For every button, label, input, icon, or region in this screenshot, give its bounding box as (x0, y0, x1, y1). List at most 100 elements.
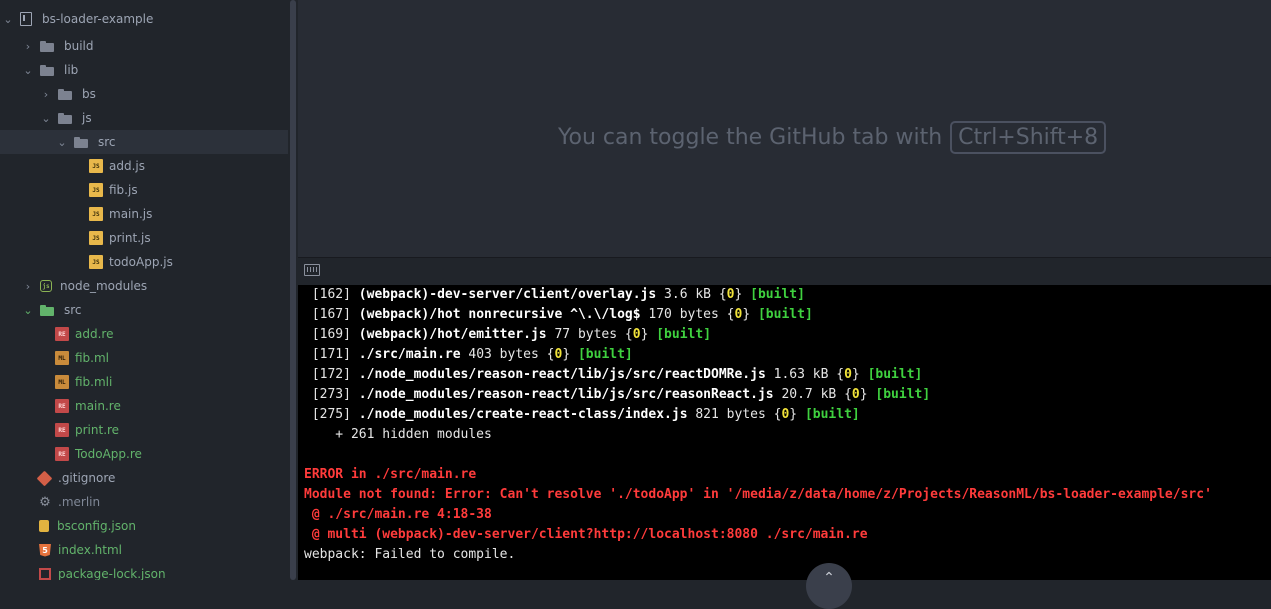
tree-file-gitignore[interactable]: .gitignore (0, 466, 288, 490)
chevron-up-icon: ⌃ (823, 570, 835, 586)
tree-folder-bs[interactable]: › bs (0, 82, 288, 106)
tree-label: lib (64, 63, 79, 77)
database-icon (39, 520, 49, 532)
terminal-line: [169] (webpack)/hot/emitter.js 77 bytes … (311, 327, 712, 342)
tree-label: fib.js (109, 183, 138, 197)
terminal-toolbar (298, 257, 1271, 286)
html5-icon: 5 (39, 543, 51, 557)
tree-label: package-lock.json (58, 567, 166, 580)
tree-label: bsconfig.json (57, 519, 136, 533)
chevron-right-icon[interactable]: › (22, 274, 34, 298)
repo-icon (20, 12, 32, 26)
terminal-line: [167] (webpack)/hot nonrecursive ^\.\/lo… (311, 307, 813, 322)
folder-icon (40, 304, 54, 316)
folder-icon (40, 40, 54, 52)
tree-label: fib.mli (75, 375, 113, 389)
keyboard-shortcut: Ctrl+Shift+8 (950, 121, 1107, 154)
folder-icon (40, 64, 54, 76)
chevron-right-icon[interactable]: › (22, 34, 34, 58)
tree-folder-build[interactable]: › build (0, 34, 288, 58)
terminal-output[interactable]: [162] (webpack)-dev-server/client/overla… (298, 285, 1271, 580)
tree-folder-src[interactable]: ⌄ src (0, 298, 288, 322)
js-file-icon: JS (89, 183, 103, 197)
tree-file-todoapp-re[interactable]: RE TodoApp.re (0, 442, 288, 466)
folder-icon (74, 136, 88, 148)
gear-icon: ⚙ (39, 494, 51, 510)
tree-file-print-re[interactable]: RE print.re (0, 418, 288, 442)
folder-icon (58, 88, 72, 100)
tree-file-fib-mli[interactable]: ML fib.mli (0, 370, 288, 394)
tree-folder-lib-src[interactable]: ⌄ src (0, 130, 288, 154)
tree-file-fib-js[interactable]: JS fib.js (0, 178, 288, 202)
tree-file-bsconfig[interactable]: bsconfig.json (0, 514, 288, 538)
js-file-icon: JS (89, 255, 103, 269)
hint-text: You can toggle the GitHub tab with (558, 125, 943, 150)
tree-file-print-js[interactable]: JS print.js (0, 226, 288, 250)
scroll-to-top-button[interactable]: ⌃ (806, 563, 852, 609)
tree-label: .gitignore (58, 471, 116, 485)
tree-label: todoApp.js (109, 255, 173, 269)
terminal-line-hidden-modules: + 261 hidden modules (304, 427, 492, 442)
tree-file-fib-ml[interactable]: ML fib.ml (0, 346, 288, 370)
tree-root-project[interactable]: ⌄ bs-loader-example (0, 7, 288, 31)
reason-file-icon: RE (55, 447, 69, 461)
tree-label: print.js (109, 231, 151, 245)
tree-label: js (82, 111, 92, 125)
ocaml-file-icon: ML (55, 351, 69, 365)
nodejs-icon: js (40, 280, 52, 292)
tree-label: print.re (75, 423, 120, 437)
ocaml-file-icon: ML (55, 375, 69, 389)
js-file-icon: JS (89, 207, 103, 221)
sidebar-scrollbar[interactable] (290, 0, 296, 580)
tree-file-merlin[interactable]: ⚙ .merlin (0, 490, 288, 514)
tree-label: add.js (109, 159, 145, 173)
tree-label: build (64, 39, 94, 53)
git-icon (36, 470, 53, 486)
chevron-down-icon[interactable]: ⌄ (40, 106, 52, 130)
tree-label: main.js (109, 207, 153, 221)
tree-label: index.html (58, 543, 122, 557)
tree-file-add-re[interactable]: RE add.re (0, 322, 288, 346)
keyboard-icon[interactable] (304, 264, 320, 276)
tree-label: TodoApp.re (75, 447, 142, 461)
terminal-line: [162] (webpack)-dev-server/client/overla… (311, 287, 805, 302)
tree-label: .merlin (58, 495, 101, 509)
tree-label: main.re (75, 399, 121, 413)
reason-file-icon: RE (55, 423, 69, 437)
chevron-down-icon[interactable]: ⌄ (2, 7, 14, 31)
terminal-final-status: webpack: Failed to compile. (304, 547, 516, 562)
reason-file-icon: RE (55, 399, 69, 413)
reason-file-icon: RE (55, 327, 69, 341)
terminal-line: [172] ./node_modules/reason-react/lib/js… (311, 367, 923, 382)
tree-label: add.re (75, 327, 114, 341)
tree-file-todoapp-js[interactable]: JS todoApp.js (0, 250, 288, 274)
tree-label: node_modules (60, 279, 148, 293)
terminal-line: [171] ./src/main.re 403 bytes {0} [built… (311, 347, 633, 362)
tree-file-main-re[interactable]: RE main.re (0, 394, 288, 418)
tree-label: bs (82, 87, 96, 101)
tree-folder-node-modules[interactable]: › js node_modules (0, 274, 288, 298)
main-pane: You can toggle the GitHub tab with Ctrl+… (298, 0, 1271, 609)
tree-file-add-js[interactable]: JS add.js (0, 154, 288, 178)
chevron-down-icon[interactable]: ⌄ (22, 58, 34, 82)
tree-label: fib.ml (75, 351, 110, 365)
tree-view: ⌄ bs-loader-example › build ⌄ lib › bs ⌄… (0, 0, 288, 580)
tree-file-index-html[interactable]: 5 index.html (0, 538, 288, 562)
tree-file-main-js[interactable]: JS main.js (0, 202, 288, 226)
terminal-error-location: @ multi (webpack)-dev-server/client?http… (304, 527, 868, 542)
js-file-icon: JS (89, 231, 103, 245)
npm-icon (39, 568, 51, 580)
chevron-down-icon[interactable]: ⌄ (22, 298, 34, 322)
tree-folder-js[interactable]: ⌄ js (0, 106, 288, 130)
tree-label: src (64, 303, 82, 317)
project-name: bs-loader-example (42, 12, 154, 26)
chevron-down-icon[interactable]: ⌄ (56, 130, 68, 154)
tree-folder-lib[interactable]: ⌄ lib (0, 58, 288, 82)
terminal-error-location: @ ./src/main.re 4:18-38 (304, 507, 492, 522)
terminal-line: [273] ./node_modules/reason-react/lib/js… (311, 387, 931, 402)
terminal-error-message: Module not found: Error: Can't resolve '… (304, 487, 1212, 502)
tree-file-package-lock[interactable]: package-lock.json (0, 562, 288, 580)
chevron-right-icon[interactable]: › (40, 82, 52, 106)
js-file-icon: JS (89, 159, 103, 173)
terminal-line: [275] ./node_modules/create-react-class/… (311, 407, 860, 422)
